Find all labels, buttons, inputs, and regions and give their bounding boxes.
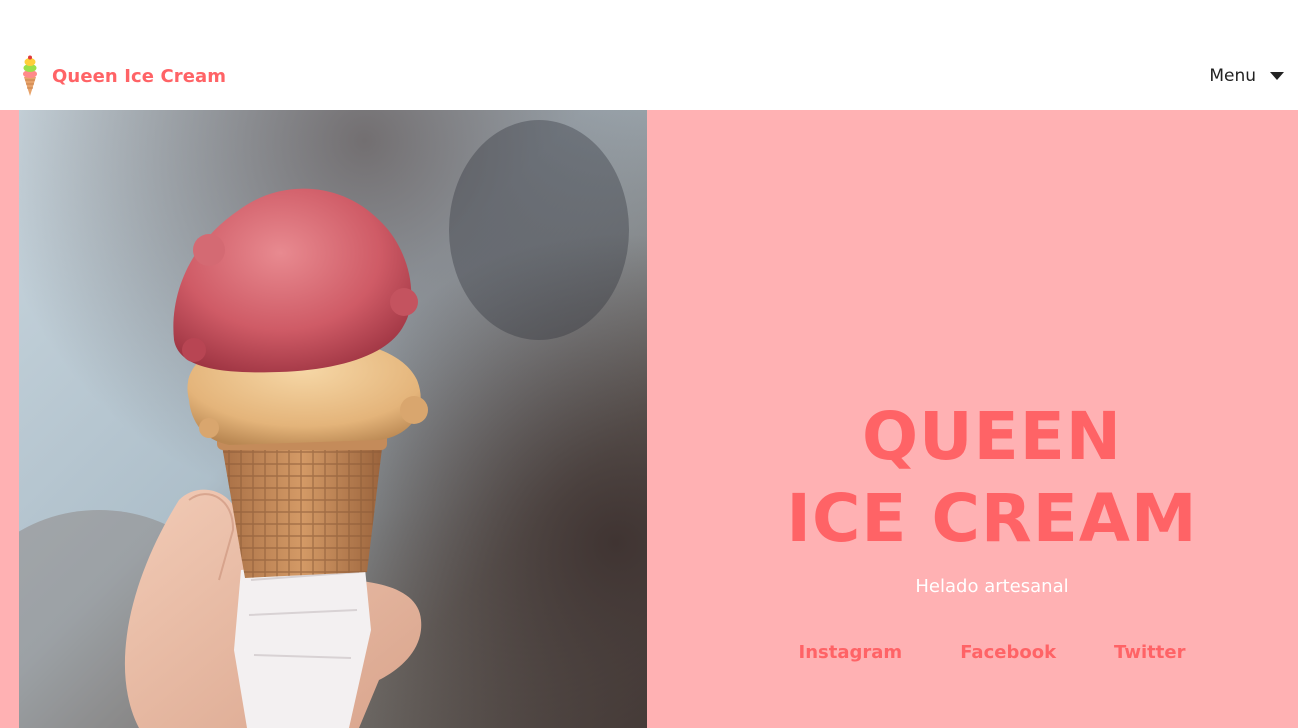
hero-title-line1: QUEEN — [861, 398, 1123, 475]
brand-link[interactable]: Queen Ice Cream — [20, 55, 226, 97]
facebook-link[interactable]: Facebook — [960, 642, 1056, 663]
twitter-link[interactable]: Twitter — [1114, 642, 1185, 663]
hero-title-line2: ICE CREAM — [786, 480, 1198, 557]
instagram-link[interactable]: Instagram — [799, 642, 903, 663]
hero-content: QUEEN ICE CREAM Helado artesanal Instagr… — [647, 110, 1298, 728]
brand-name: Queen Ice Cream — [52, 65, 227, 87]
site-header: Queen Ice Cream Menu — [0, 0, 1298, 110]
caret-down-icon — [1270, 72, 1284, 80]
menu-label: Menu — [1209, 66, 1256, 86]
ice-cream-photo — [19, 110, 647, 728]
ice-cream-cone-icon — [23, 55, 37, 96]
menu-dropdown-button[interactable]: Menu — [1209, 64, 1284, 88]
hero-section: QUEEN ICE CREAM Helado artesanal Instagr… — [0, 110, 1298, 728]
hero-subtitle: Helado artesanal — [915, 576, 1069, 597]
social-links: Instagram Facebook Twitter — [647, 642, 1298, 663]
